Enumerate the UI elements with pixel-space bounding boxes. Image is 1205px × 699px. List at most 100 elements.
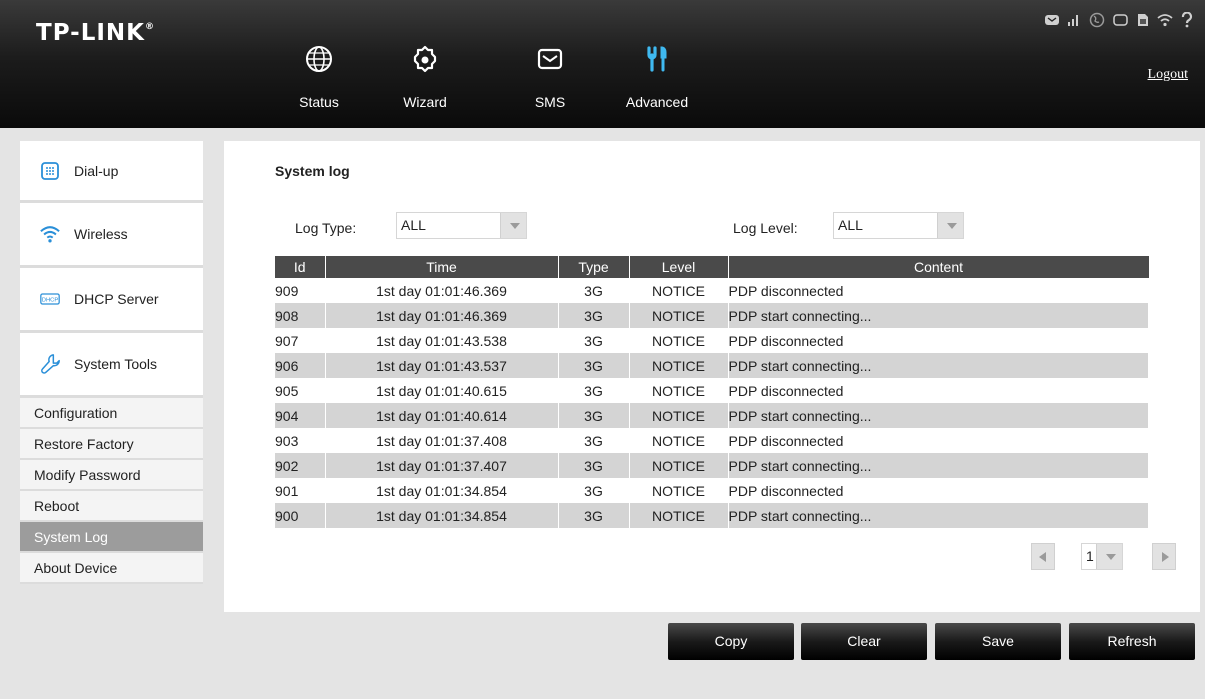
cell-id: 903 <box>275 428 326 453</box>
cell-level: NOTICE <box>629 478 729 503</box>
log-level-select[interactable]: ALL <box>833 212 964 239</box>
log-type-label: Log Type: <box>295 220 357 236</box>
table-row: 902 1st day 01:01:37.407 3G NOTICE PDP start… <box>275 453 1149 478</box>
column-header-type: Type <box>558 256 630 278</box>
column-header-time: Time <box>325 256 559 278</box>
cell-type: 3G <box>558 403 630 428</box>
next-page-button[interactable] <box>1152 543 1176 570</box>
cell-level: NOTICE <box>629 453 729 478</box>
cell-id: 907 <box>275 328 326 353</box>
nav-status[interactable]: Status <box>279 44 359 110</box>
column-header-content: Content <box>728 256 1149 278</box>
cell-content: PDP start connecting... <box>728 453 1149 478</box>
save-button[interactable]: Save <box>935 623 1061 660</box>
cell-level: NOTICE <box>629 328 729 353</box>
sidebar-subitem-reboot[interactable]: Reboot <box>20 491 203 522</box>
nav-wizard-label: Wizard <box>403 94 447 110</box>
sidebar-item-label: System Tools <box>74 356 157 372</box>
table-row: 900 1st day 01:01:34.854 3G NOTICE PDP start… <box>275 503 1149 528</box>
sidebar-item-wireless[interactable]: Wireless <box>20 203 203 268</box>
cell-type: 3G <box>558 303 630 328</box>
table-row: 908 1st day 01:01:46.369 3G NOTICE PDP start… <box>275 303 1149 328</box>
sidebar-item-label: Dial-up <box>74 162 119 179</box>
battery-icon <box>1113 14 1128 26</box>
table-row: 907 1st day 01:01:43.538 3G NOTICE PDP disco… <box>275 328 1149 353</box>
cell-time: 1st day 01:01:40.615 <box>325 378 559 403</box>
system-log-panel: System log Log Type: ALL Log Level: ALL … <box>224 141 1200 612</box>
nav-wizard[interactable]: Wizard <box>385 44 465 110</box>
nav-advanced-label: Advanced <box>625 94 689 110</box>
cell-id: 902 <box>275 453 326 478</box>
cell-time: 1st day 01:01:43.538 <box>325 328 559 353</box>
log-level-label: Log Level: <box>733 220 798 236</box>
table-row: 904 1st day 01:01:40.614 3G NOTICE PDP start… <box>275 403 1149 428</box>
nav-sms-label: SMS <box>534 94 566 110</box>
sidebar: Dial-up Wireless DHCP DHCP Server System… <box>20 141 203 584</box>
column-header-level: Level <box>629 256 729 278</box>
page-title: System log <box>275 163 350 179</box>
chevron-down-icon <box>1096 544 1122 569</box>
sim-card-icon <box>1138 14 1148 26</box>
cell-level: NOTICE <box>629 378 729 403</box>
copy-button[interactable]: Copy <box>668 623 794 660</box>
log-type-select[interactable]: ALL <box>396 212 527 239</box>
cell-content: PDP disconnected <box>728 328 1149 353</box>
tools-icon <box>647 46 667 72</box>
cell-type: 3G <box>558 478 630 503</box>
sidebar-subitem-system-log[interactable]: System Log <box>20 522 203 553</box>
help-icon[interactable] <box>1181 12 1193 28</box>
sidebar-item-dhcp-server[interactable]: DHCP DHCP Server <box>20 268 203 333</box>
cell-time: 1st day 01:01:34.854 <box>325 478 559 503</box>
top-header: TP-LINK® Status Wizard SMS Advanced Logo… <box>0 0 1205 128</box>
previous-page-button[interactable] <box>1031 543 1055 570</box>
cell-type: 3G <box>558 353 630 378</box>
page-select[interactable]: 1 <box>1081 543 1123 570</box>
cell-type: 3G <box>558 378 630 403</box>
sidebar-subitem-modify-password[interactable]: Modify Password <box>20 460 203 491</box>
cell-time: 1st day 01:01:46.369 <box>325 303 559 328</box>
nav-sms[interactable]: SMS <box>510 44 590 110</box>
sidebar-subitem-restore-factory[interactable]: Restore Factory <box>20 429 203 460</box>
cell-content: PDP disconnected <box>728 378 1149 403</box>
cell-content: PDP disconnected <box>728 278 1149 303</box>
cell-content: PDP disconnected <box>728 478 1149 503</box>
cell-time: 1st day 01:01:46.369 <box>325 278 559 303</box>
cell-content: PDP start connecting... <box>728 303 1149 328</box>
cell-time: 1st day 01:01:34.854 <box>325 503 559 528</box>
cell-id: 904 <box>275 403 326 428</box>
cell-time: 1st day 01:01:43.537 <box>325 353 559 378</box>
cell-content: PDP disconnected <box>728 428 1149 453</box>
table-row: 901 1st day 01:01:34.854 3G NOTICE PDP disco… <box>275 478 1149 503</box>
clear-button[interactable]: Clear <box>801 623 927 660</box>
envelope-icon <box>537 48 563 70</box>
cell-type: 3G <box>558 428 630 453</box>
logout-link[interactable]: Logout <box>1148 67 1188 83</box>
log-level-value: ALL <box>838 217 863 233</box>
refresh-button[interactable]: Refresh <box>1069 623 1195 660</box>
cell-id: 905 <box>275 378 326 403</box>
nav-status-label: Status <box>299 94 339 110</box>
sidebar-subitem-about-device[interactable]: About Device <box>20 553 203 584</box>
chevron-down-icon <box>500 213 526 238</box>
sidebar-subitem-configuration[interactable]: Configuration <box>20 398 203 429</box>
log-type-value: ALL <box>401 217 426 233</box>
cell-content: PDP start connecting... <box>728 353 1149 378</box>
chevron-down-icon <box>937 213 963 238</box>
sidebar-item-system-tools[interactable]: System Tools <box>20 333 203 398</box>
table-row: 906 1st day 01:01:43.537 3G NOTICE PDP start… <box>275 353 1149 378</box>
table-row: 903 1st day 01:01:37.408 3G NOTICE PDP disco… <box>275 428 1149 453</box>
sidebar-item-dial-up[interactable]: Dial-up <box>20 141 203 203</box>
cell-id: 900 <box>275 503 326 528</box>
cell-level: NOTICE <box>629 428 729 453</box>
nav-advanced[interactable]: Advanced <box>617 44 697 110</box>
cell-id: 909 <box>275 278 326 303</box>
cell-content: PDP start connecting... <box>728 503 1149 528</box>
dhcp-icon: DHCP <box>40 289 60 309</box>
pagination: 1 <box>1031 543 1176 570</box>
status-icon-bar <box>1045 12 1193 28</box>
gear-icon <box>413 45 437 73</box>
system-log-table: Id Time Type Level Content 909 1st day 01… <box>275 256 1149 528</box>
svg-text:DHCP: DHCP <box>42 298 59 304</box>
cell-level: NOTICE <box>629 278 729 303</box>
dialpad-icon <box>40 161 60 181</box>
